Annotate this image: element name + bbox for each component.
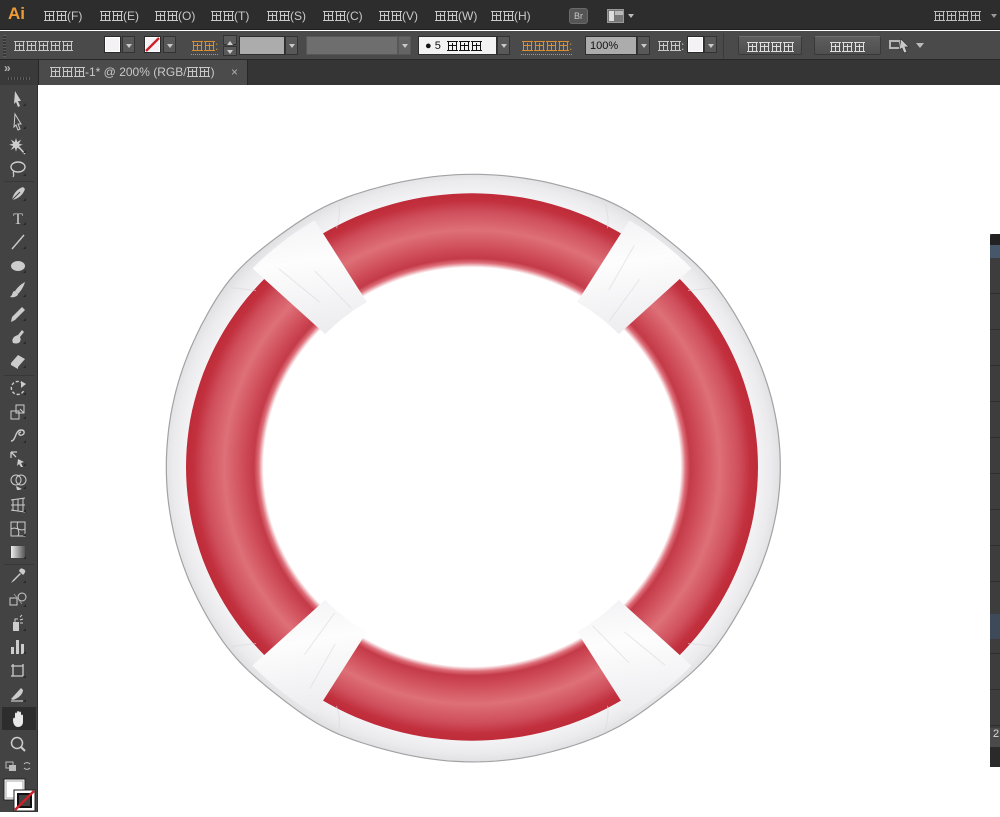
svg-text:T: T [13,211,23,228]
